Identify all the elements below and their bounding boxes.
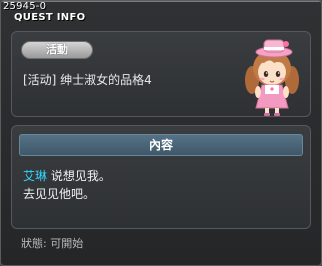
- content-line-2: 去见见他吧。: [23, 187, 96, 201]
- quest-info-window: 25945-0 QUEST INFO 活動 [活动] 绅士淑女的品格4 內容 艾…: [0, 0, 322, 266]
- content-line-1: 艾琳 说想见我。: [23, 167, 111, 185]
- content-text: 艾琳 说想见我。 去见见他吧。: [23, 167, 111, 203]
- npc-name-link: 艾琳: [23, 169, 48, 183]
- category-badge: 活動: [21, 41, 93, 59]
- quest-id: 25945-0: [3, 1, 47, 12]
- content-header: 內容: [19, 134, 303, 156]
- quest-content-panel: 內容 艾琳 说想见我。 去见见他吧。: [11, 125, 311, 229]
- quest-summary-panel: 活動 [活动] 绅士淑女的品格4: [11, 31, 311, 117]
- npc-portrait-icon: [245, 39, 299, 116]
- content-line-1-text: 说想见我。: [47, 169, 111, 183]
- quest-name: [活动] 绅士淑女的品格4: [23, 73, 152, 87]
- window-title: QUEST INFO: [14, 12, 86, 23]
- quest-status: 狀態: 可開始: [21, 237, 84, 250]
